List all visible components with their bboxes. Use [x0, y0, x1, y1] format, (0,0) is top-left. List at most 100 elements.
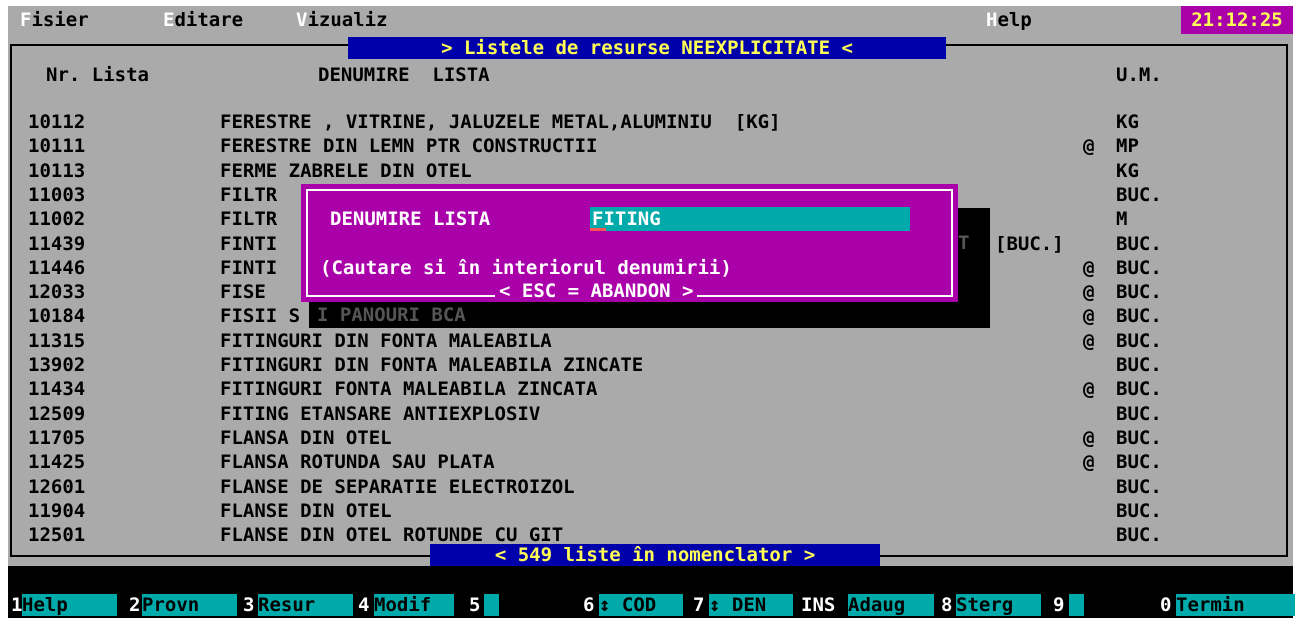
row-nr: 12601 [28, 476, 86, 498]
row-flag: @ [1083, 427, 1095, 449]
menu-label: ditare [174, 9, 244, 31]
row-um: BUC. [1116, 451, 1162, 473]
fkey-label [1069, 594, 1084, 616]
row-name: FLANSE DIN OTEL [220, 500, 392, 522]
clock: 21:12:25 [1181, 6, 1293, 34]
row-nr: 11425 [28, 451, 86, 473]
fkey-4[interactable]: 4 Modif [358, 592, 454, 618]
table-row[interactable] [20, 402, 1280, 426]
row-name: FINTI [220, 257, 278, 279]
fkey-7[interactable]: 7 ↕ DEN [693, 592, 793, 618]
row-um: BUC. [1116, 378, 1162, 400]
row-flag: @ [1083, 135, 1095, 157]
fkey-ins[interactable]: INS Adaug [801, 592, 934, 618]
row-nr: 11446 [28, 257, 86, 279]
row-um-tag: [BUC.] [995, 233, 1064, 255]
row-flag: @ [1083, 451, 1095, 473]
menu-editare[interactable]: Editare [163, 9, 243, 31]
row-nr: 11904 [28, 500, 86, 522]
table-row[interactable] [20, 499, 1280, 523]
row-name: FITINGURI DIN FONTA MALEABILA [220, 330, 552, 352]
menu-label: elp [997, 9, 1032, 31]
text-cursor [590, 228, 606, 231]
row-um: BUC. [1116, 403, 1162, 425]
row-name: FERESTRE DIN LEMN PTR CONSTRUCTII [220, 135, 598, 157]
fkey-label: Sterg [956, 594, 1041, 616]
fkey-label: Help [22, 594, 117, 616]
table-row[interactable] [20, 159, 1280, 183]
fkey-number: 5 [469, 594, 481, 616]
fkey-6[interactable]: 6 ↕ COD [583, 592, 683, 618]
fkey-label: ↕ DEN [709, 594, 793, 616]
table-row[interactable] [20, 475, 1280, 499]
row-name: FINTI [220, 233, 278, 255]
esc-abandon-button[interactable]: < ESC = ABANDON > [495, 280, 698, 302]
row-flag: @ [1083, 257, 1095, 279]
menu-hotkey: E [163, 9, 175, 31]
shadowed-row-text: I PANOURI BCA [317, 304, 466, 326]
row-nr: 11002 [28, 208, 86, 230]
fkey-number: 6 [583, 594, 595, 616]
row-um: BUC. [1116, 305, 1162, 327]
row-name: FLANSE DE SEPARATIE ELECTROIZOL [220, 476, 575, 498]
row-um: M [1116, 208, 1128, 230]
row-nr: 10113 [28, 160, 86, 182]
row-um: BUC. [1116, 524, 1162, 546]
menu-help[interactable]: Help [986, 9, 1032, 31]
fkey-8[interactable]: 8 Sterg [941, 592, 1041, 618]
fkey-0[interactable]: 0 Termin [1160, 592, 1295, 618]
fkey-number: 1 [11, 594, 23, 616]
fkey-number: 9 [1053, 594, 1065, 616]
fkey-2[interactable]: 2 Provn [129, 592, 237, 618]
row-name: FITINGURI FONTA MALEABILA ZINCATA [220, 378, 598, 400]
row-nr: 10184 [28, 305, 86, 327]
dialog-field-label: DENUMIRE LISTA [330, 208, 491, 230]
fkey-9[interactable]: 9 [1053, 592, 1084, 618]
fkey-1[interactable]: 1 Help [11, 592, 117, 618]
shadowed-row-char: T [958, 232, 970, 254]
menu-fisier[interactable]: Fisier [20, 9, 89, 31]
fkey-number: 0 [1160, 594, 1172, 616]
table-row[interactable] [20, 353, 1280, 377]
row-nr: 11705 [28, 427, 86, 449]
fkey-label [484, 594, 499, 616]
menu-bar: Fisier Editare Vizualiz Help 21:12:25 [8, 6, 1293, 34]
fkey-label: Termin [1176, 594, 1295, 616]
row-um: BUC. [1116, 330, 1162, 352]
row-um: BUC. [1116, 427, 1162, 449]
column-header-um: U.M. [1116, 64, 1162, 86]
row-nr: 11003 [28, 184, 86, 206]
column-header-nr: Nr. Lista [46, 64, 149, 86]
list-title: > Listele de resurse NEEXPLICITATE < [348, 37, 946, 59]
fkey-label: Provn [142, 594, 237, 616]
row-nr: 12501 [28, 524, 86, 546]
search-input[interactable]: FITING [590, 207, 910, 231]
row-nr: 10111 [28, 135, 86, 157]
row-name: FITINGURI DIN FONTA MALEABILA ZINCATE [220, 354, 644, 376]
row-name: FISII S [220, 305, 301, 327]
row-nr: 11315 [28, 330, 86, 352]
fkey-label: Modif [374, 594, 454, 616]
row-name: FILTR [220, 208, 278, 230]
row-nr: 10112 [28, 111, 86, 133]
row-name: FERME ZABRELE DIN OTEL [220, 160, 472, 182]
fkey-label: ↕ COD [599, 594, 683, 616]
row-nr: 13902 [28, 354, 86, 376]
fkey-label: Adaug [848, 594, 934, 616]
fkey-number: 2 [129, 594, 141, 616]
menu-hotkey: H [986, 9, 998, 31]
fkey-3[interactable]: 3 Resur [243, 592, 353, 618]
row-nr: 11439 [28, 233, 86, 255]
row-name: FISE [220, 281, 266, 303]
column-header-name: DENUMIRE LISTA [318, 64, 490, 86]
menu-vizualiz[interactable]: Vizualiz [296, 9, 388, 31]
fkey-number: 8 [941, 594, 953, 616]
row-name: FILTR [220, 184, 278, 206]
fkey-5[interactable]: 5 [469, 592, 499, 618]
row-um: BUC. [1116, 257, 1162, 279]
row-um: BUC. [1116, 233, 1162, 255]
row-nr: 12033 [28, 281, 86, 303]
row-flag: @ [1083, 281, 1095, 303]
row-flag: @ [1083, 305, 1095, 327]
fkey-label: Resur [258, 594, 353, 616]
